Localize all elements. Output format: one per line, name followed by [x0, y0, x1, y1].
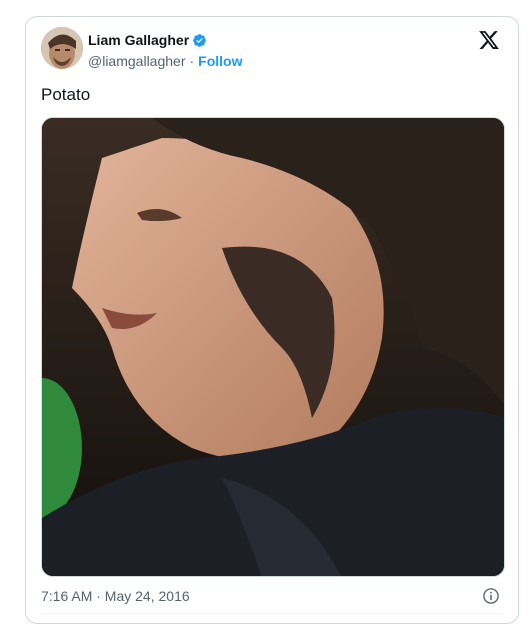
follow-button[interactable]: Follow	[198, 53, 242, 69]
author-name[interactable]: Liam Gallagher	[88, 32, 189, 48]
photo-image	[42, 118, 504, 576]
tweet-timestamp[interactable]: 7:16 AM · May 24, 2016	[41, 588, 190, 604]
tweet-text: Potato	[41, 85, 91, 104]
author-name-row: Liam Gallagher	[88, 32, 207, 48]
info-icon[interactable]	[482, 587, 500, 605]
author-handle-row: @liamgallagher · Follow	[88, 53, 242, 69]
author-handle[interactable]: @liamgallagher	[88, 53, 185, 69]
footer-divider	[41, 613, 503, 614]
avatar-image	[41, 27, 83, 69]
embedded-tweet-card[interactable]: Liam Gallagher @liamgallagher · Follow P…	[25, 16, 519, 624]
separator-dot: ·	[189, 53, 195, 69]
tweet-photo[interactable]	[41, 117, 505, 577]
x-logo-icon[interactable]	[478, 29, 500, 51]
verified-badge-icon	[193, 33, 207, 47]
author-avatar[interactable]	[41, 27, 83, 69]
